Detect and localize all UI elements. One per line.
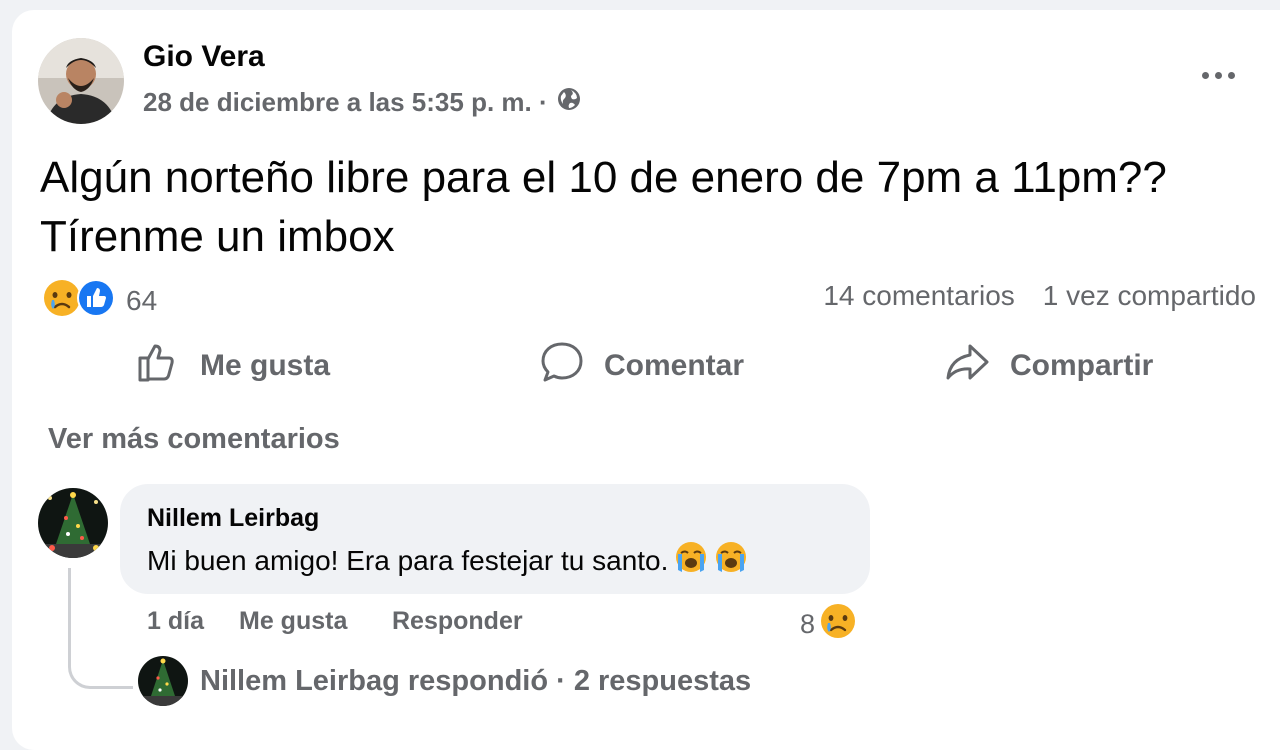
commenter-avatar[interactable] bbox=[38, 488, 108, 558]
comment-reactions[interactable]: 8 bbox=[800, 602, 857, 647]
comments-count-link[interactable]: 14 comentarios bbox=[823, 280, 1014, 312]
comment-author[interactable]: Nillem Leirbag bbox=[147, 504, 319, 533]
post-time-text: 28 de diciembre a las 5:35 p. m. · bbox=[143, 87, 548, 117]
share-label: Compartir bbox=[1010, 349, 1154, 382]
post-timestamp[interactable]: 28 de diciembre a las 5:35 p. m. · bbox=[143, 86, 582, 119]
reactions-summary[interactable]: 64 bbox=[42, 278, 157, 323]
comment-reply-button[interactable]: Responder bbox=[392, 607, 523, 636]
like-button[interactable]: Me gusta bbox=[136, 340, 330, 392]
share-arrow-icon bbox=[944, 340, 990, 392]
comment-label: Comentar bbox=[604, 349, 745, 382]
loudly-crying-face-icon bbox=[674, 540, 708, 581]
loudly-crying-face-icon bbox=[714, 540, 748, 581]
author-name[interactable]: Gio Vera bbox=[143, 40, 265, 74]
dot bbox=[1214, 71, 1222, 79]
globe-icon bbox=[556, 86, 582, 119]
shares-count-link[interactable]: 1 vez compartido bbox=[1043, 280, 1256, 312]
comment-reaction-count: 8 bbox=[800, 609, 816, 639]
see-more-comments-link[interactable]: Ver más comentarios bbox=[48, 423, 340, 456]
share-button[interactable]: Compartir bbox=[944, 340, 1153, 392]
like-label: Me gusta bbox=[200, 349, 331, 382]
reply-thread-line bbox=[68, 568, 133, 689]
like-icon bbox=[76, 278, 116, 323]
sad-face-icon bbox=[819, 602, 857, 647]
post-stats: 14 comentarios 1 vez compartido bbox=[823, 280, 1256, 312]
reply-avatar[interactable] bbox=[138, 656, 188, 706]
dot bbox=[1201, 71, 1209, 79]
comment-text: Mi buen amigo! Era para festejar tu sant… bbox=[147, 540, 748, 581]
comment-text-body: Mi buen amigo! Era para festejar tu sant… bbox=[147, 544, 669, 576]
reaction-count: 64 bbox=[126, 284, 158, 316]
comment-bubble-icon bbox=[540, 340, 584, 392]
more-options-button[interactable] bbox=[1196, 60, 1240, 90]
comment-like-button[interactable]: Me gusta bbox=[239, 607, 347, 636]
dot bbox=[1227, 71, 1235, 79]
comment-age[interactable]: 1 día bbox=[147, 607, 204, 636]
comment-button[interactable]: Comentar bbox=[540, 340, 744, 392]
post-text: Algún norteño libre para el 10 de enero … bbox=[40, 153, 1167, 261]
view-replies-link[interactable]: Nillem Leirbag respondió · 2 respuestas bbox=[200, 665, 751, 698]
thumbs-up-icon bbox=[136, 340, 180, 392]
author-avatar[interactable] bbox=[38, 38, 124, 124]
